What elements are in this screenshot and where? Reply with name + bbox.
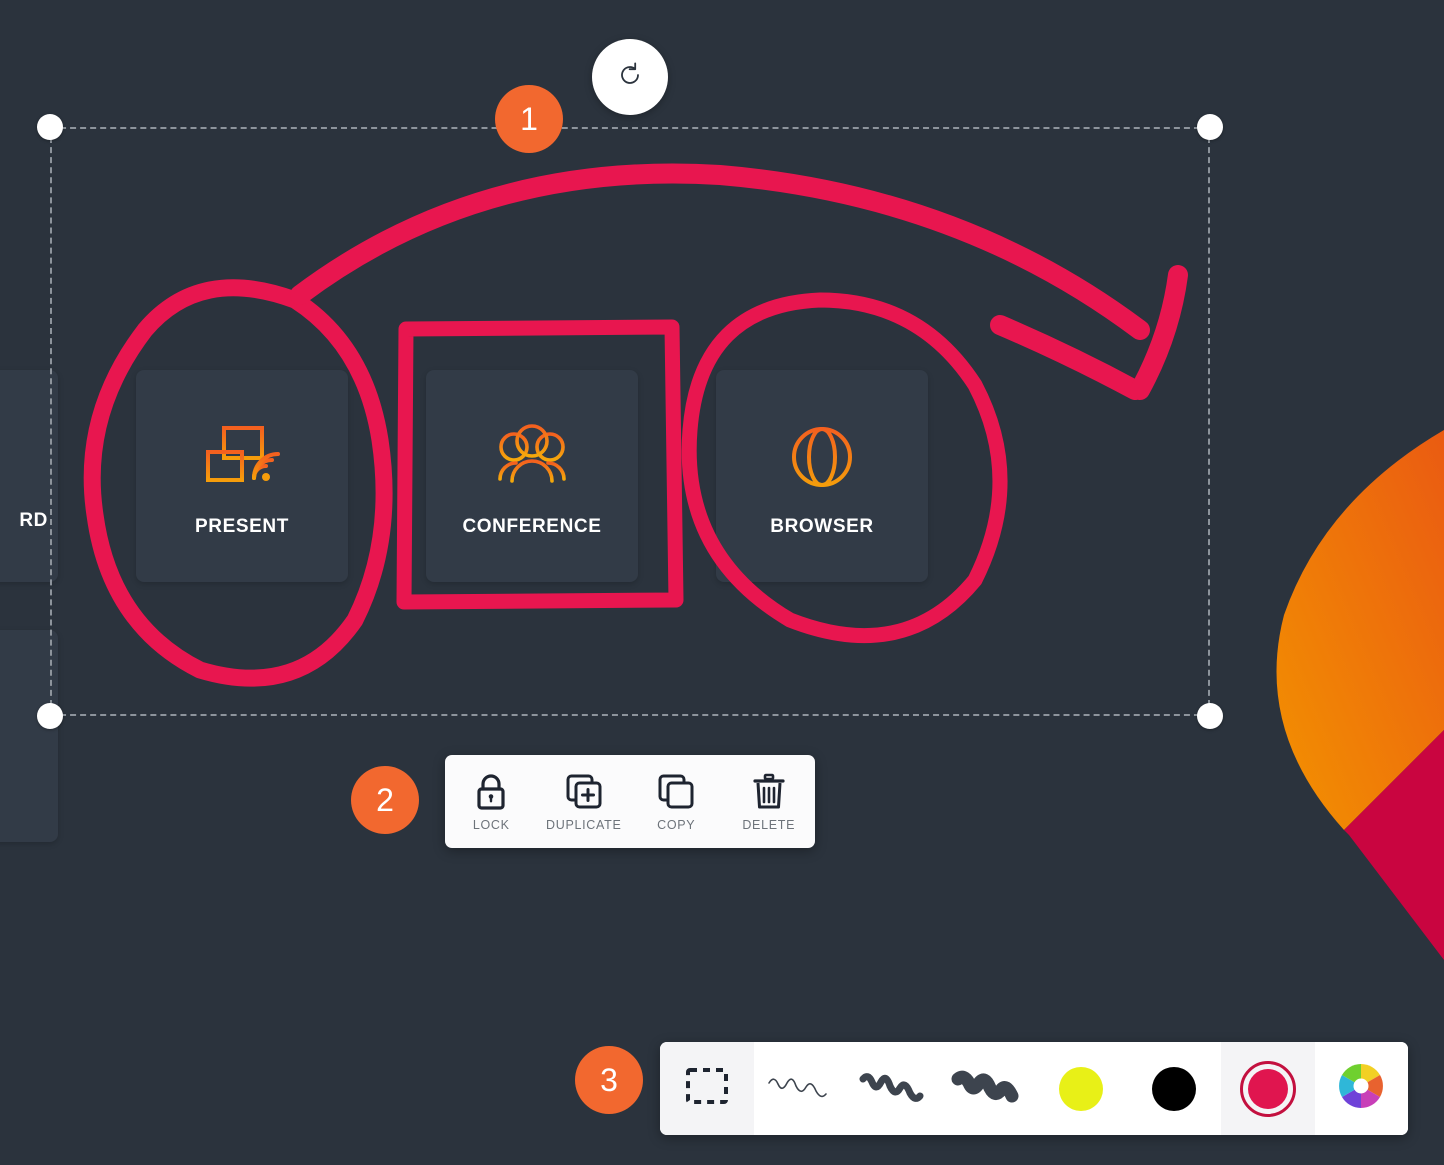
brand-decoration <box>1244 400 1444 960</box>
tool-brush-thin[interactable] <box>753 1042 847 1135</box>
badge-number: 3 <box>600 1062 618 1098</box>
tool-brush-thick[interactable] <box>940 1042 1034 1135</box>
badge-number: 1 <box>520 101 538 137</box>
resize-handle-bottom-left[interactable] <box>37 703 63 729</box>
color-swatch-black[interactable] <box>1127 1042 1221 1135</box>
black-swatch-icon <box>1152 1066 1197 1111</box>
drawing-toolbar[interactable] <box>660 1042 1408 1135</box>
copy-icon <box>657 772 695 812</box>
color-picker-custom[interactable] <box>1314 1042 1408 1135</box>
stroke-thin-icon <box>763 1067 837 1110</box>
resize-handle-top-right[interactable] <box>1197 114 1223 140</box>
tile-partial-label: RD <box>19 510 48 531</box>
yellow-swatch-icon <box>1058 1066 1103 1111</box>
selected-swatch-ring-icon <box>1239 1060 1296 1117</box>
tile-label: BROWSER <box>770 516 874 537</box>
rotate-handle[interactable] <box>592 39 668 115</box>
step-badge-1: 1 <box>495 85 563 153</box>
tile-conference[interactable]: CONFERENCE <box>426 370 638 582</box>
tile-partial-left-upper[interactable]: RD <box>0 370 58 582</box>
ink-arrowhead-lower <box>990 315 1145 400</box>
duplicate-icon <box>565 772 603 812</box>
tool-select[interactable] <box>660 1042 754 1135</box>
tile-present[interactable]: PRESENT <box>136 370 348 582</box>
context-menu-item-delete[interactable]: DELETE <box>726 772 812 832</box>
object-context-menu[interactable]: LOCK DUPLICATE COPY DELETE <box>445 755 815 848</box>
color-wheel-icon <box>1338 1063 1384 1114</box>
ink-arrow-shaft <box>290 163 1150 340</box>
tile-label: PRESENT <box>195 516 289 537</box>
screen-cast-icon <box>199 414 285 500</box>
stroke-medium-icon <box>857 1067 931 1110</box>
context-menu-label: DELETE <box>742 817 796 832</box>
stroke-thick-icon <box>950 1067 1024 1110</box>
tile-label: CONFERENCE <box>462 516 602 537</box>
context-menu-label: DUPLICATE <box>545 817 622 832</box>
context-menu-label: COPY <box>657 817 696 832</box>
context-menu-item-copy[interactable]: COPY <box>633 772 719 832</box>
step-badge-3: 3 <box>575 1046 643 1114</box>
resize-handle-top-left[interactable] <box>37 114 63 140</box>
badge-number: 2 <box>376 782 394 818</box>
tool-brush-medium[interactable] <box>847 1042 941 1135</box>
context-menu-label: LOCK <box>472 817 510 832</box>
color-swatch-yellow[interactable] <box>1034 1042 1128 1135</box>
ink-arrowhead-upper <box>1130 265 1188 400</box>
context-menu-item-lock[interactable]: LOCK <box>448 772 534 832</box>
people-group-icon <box>489 414 575 500</box>
context-menu-item-duplicate[interactable]: DUPLICATE <box>541 772 627 832</box>
lock-icon <box>474 772 508 812</box>
annotation-canvas[interactable]: RD PRESENT CONFERENCE BROWSER 1 2 3 LOCK… <box>0 0 1444 1160</box>
crimson-swatch-icon <box>1247 1068 1288 1109</box>
rotate-icon <box>615 60 645 95</box>
tile-browser[interactable]: BROWSER <box>716 370 928 582</box>
globe-icon <box>779 414 865 500</box>
resize-handle-bottom-right[interactable] <box>1197 703 1223 729</box>
step-badge-2: 2 <box>351 766 419 834</box>
dashed-rectangle-select-icon <box>685 1067 729 1110</box>
trash-icon <box>752 772 786 812</box>
tile-partial-left-lower[interactable] <box>0 630 58 842</box>
color-swatch-crimson[interactable] <box>1221 1042 1315 1135</box>
